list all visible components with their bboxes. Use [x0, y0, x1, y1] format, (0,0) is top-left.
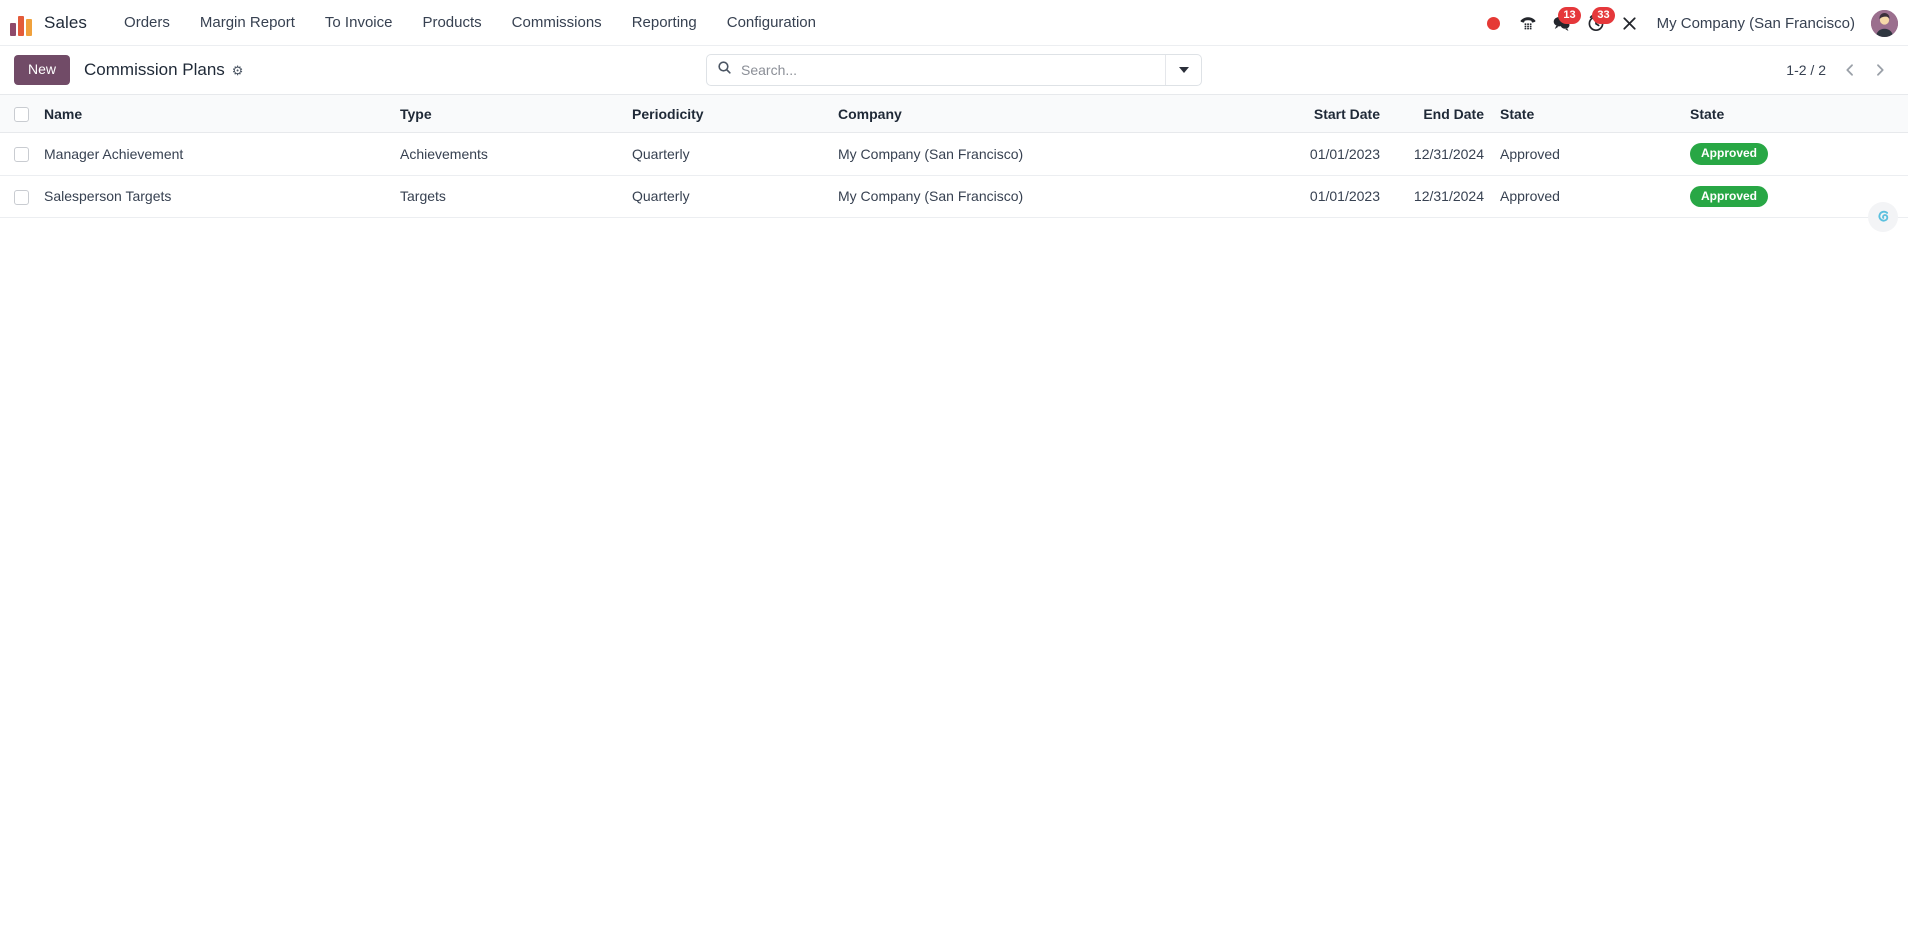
column-header-periodicity[interactable]: Periodicity: [624, 94, 830, 133]
messages-count-badge: 13: [1558, 7, 1581, 24]
cell-state[interactable]: Approved: [1492, 132, 1682, 176]
top-navbar: Sales Orders Margin Report To Invoice Pr…: [0, 0, 1908, 46]
cell-company[interactable]: My Company (San Francisco): [830, 132, 1282, 176]
messages-icon[interactable]: 13: [1545, 6, 1581, 40]
column-header-name[interactable]: Name: [36, 94, 392, 133]
cell-periodicity[interactable]: Quarterly: [624, 132, 830, 176]
table-body: Manager Achievement Achievements Quarter…: [0, 132, 1908, 219]
column-header-company[interactable]: Company: [830, 94, 1282, 133]
cell-periodicity[interactable]: Quarterly: [624, 175, 830, 219]
cell-state[interactable]: Approved: [1492, 175, 1682, 219]
menu-reporting[interactable]: Reporting: [617, 8, 712, 37]
status-badge: Approved: [1690, 185, 1769, 208]
cell-state-badge[interactable]: Approved: [1682, 132, 1908, 176]
table-row[interactable]: Salesperson Targets Targets Quarterly My…: [0, 175, 1908, 219]
cell-start-date[interactable]: 01/01/2023: [1282, 132, 1388, 176]
search-field[interactable]: [707, 55, 1165, 85]
menu-to-invoice[interactable]: To Invoice: [310, 8, 408, 37]
select-all-header: [0, 94, 36, 133]
table-header: Name Type Periodicity Company Start Date…: [0, 94, 1908, 133]
phone-dialpad-icon[interactable]: [1511, 6, 1545, 40]
pager-previous-button[interactable]: [1836, 56, 1864, 84]
odoo-help-bubble-icon[interactable]: [1868, 202, 1898, 232]
row-checkbox[interactable]: [14, 189, 29, 205]
main-menu: Orders Margin Report To Invoice Products…: [109, 8, 831, 37]
cell-type[interactable]: Achievements: [392, 132, 624, 176]
row-select-cell: [0, 175, 36, 219]
table-header-row: Name Type Periodicity Company Start Date…: [0, 94, 1908, 133]
control-panel: New Commission Plans ⚙ 1-2 / 2: [0, 46, 1908, 94]
keyboard-shortcut-icon[interactable]: [1613, 6, 1647, 40]
search-dropdown-toggle[interactable]: [1165, 55, 1201, 85]
search-input[interactable]: [741, 62, 1155, 78]
pager-range[interactable]: 1-2 / 2: [1786, 62, 1826, 78]
cell-end-date[interactable]: 12/31/2024: [1388, 175, 1492, 219]
row-checkbox[interactable]: [14, 147, 29, 163]
cell-name[interactable]: Salesperson Targets: [36, 175, 392, 219]
menu-orders[interactable]: Orders: [109, 8, 185, 37]
page-title: Commission Plans: [84, 60, 225, 79]
cell-start-date[interactable]: 01/01/2023: [1282, 175, 1388, 219]
breadcrumb: Commission Plans ⚙: [84, 60, 243, 80]
gear-icon[interactable]: ⚙: [232, 64, 244, 77]
column-header-state-badge[interactable]: State: [1682, 94, 1908, 133]
record-dot-icon[interactable]: [1477, 6, 1511, 40]
status-badge: Approved: [1690, 143, 1769, 165]
cell-company[interactable]: My Company (San Francisco): [830, 175, 1282, 219]
row-select-cell: [0, 132, 36, 176]
column-header-end-date[interactable]: End Date: [1388, 94, 1492, 133]
column-header-start-date[interactable]: Start Date: [1282, 94, 1388, 133]
cell-end-date[interactable]: 12/31/2024: [1388, 132, 1492, 176]
table-row[interactable]: Manager Achievement Achievements Quarter…: [0, 132, 1908, 176]
new-record-button[interactable]: New: [14, 55, 71, 85]
cell-type[interactable]: Targets: [392, 175, 624, 219]
menu-configuration[interactable]: Configuration: [712, 8, 831, 37]
app-name-sales[interactable]: Sales: [44, 13, 87, 33]
activities-clock-icon[interactable]: 33: [1579, 6, 1615, 40]
activities-count-badge: 33: [1592, 7, 1615, 24]
list-view: Name Type Periodicity Company Start Date…: [0, 94, 1908, 232]
column-header-type[interactable]: Type: [392, 94, 624, 133]
user-avatar[interactable]: [1871, 9, 1898, 37]
search-bar: [706, 54, 1202, 86]
current-company-selector[interactable]: My Company (San Francisco): [1647, 9, 1865, 38]
pager-next-button[interactable]: [1866, 56, 1894, 84]
systray: 13 33 My Company (San Francisco): [1477, 0, 1898, 46]
search-icon: [717, 60, 732, 80]
menu-commissions[interactable]: Commissions: [497, 8, 617, 37]
column-header-state[interactable]: State: [1492, 94, 1682, 133]
commission-plans-table: Name Type Periodicity Company Start Date…: [0, 94, 1908, 219]
select-all-checkbox[interactable]: [14, 106, 29, 122]
menu-products[interactable]: Products: [407, 8, 496, 37]
pager: 1-2 / 2: [1786, 56, 1894, 84]
sales-app-logo-icon[interactable]: [10, 10, 36, 36]
chevron-down-icon: [1178, 67, 1189, 73]
cell-name[interactable]: Manager Achievement: [36, 132, 392, 176]
menu-margin-report[interactable]: Margin Report: [185, 8, 310, 37]
